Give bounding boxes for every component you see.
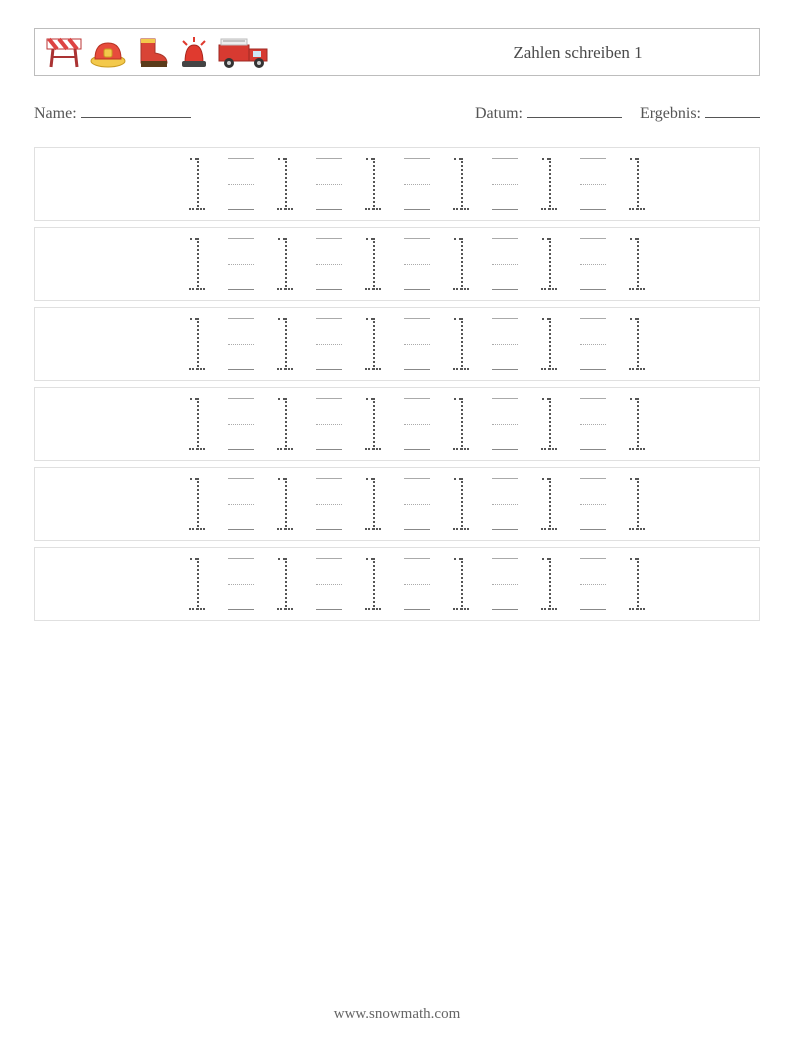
meta-row: Name: Datum: Ergebnis: [34,104,760,123]
trace-numeral-1[interactable] [615,318,659,370]
trace-numeral-1[interactable] [527,398,571,450]
trace-numeral-1[interactable] [615,558,659,610]
trace-numeral-1[interactable] [527,238,571,290]
trace-numeral-1[interactable] [351,158,395,210]
trace-numeral-1[interactable] [439,318,483,370]
trace-blank-cell[interactable] [395,478,439,530]
trace-numeral-1[interactable] [263,558,307,610]
trace-blank-cell[interactable] [307,238,351,290]
trace-row [34,147,760,221]
trace-numeral-1[interactable] [263,478,307,530]
trace-blank-cell[interactable] [307,398,351,450]
trace-numeral-1[interactable] [527,558,571,610]
trace-blank-cell[interactable] [219,238,263,290]
siren-icon [177,35,211,69]
trace-blank-cell[interactable] [219,398,263,450]
trace-numeral-1[interactable] [263,318,307,370]
trace-blank-cell[interactable] [307,558,351,610]
trace-numeral-1[interactable] [175,158,219,210]
trace-blank-cell[interactable] [219,558,263,610]
trace-numeral-1[interactable] [263,238,307,290]
trace-numeral-1[interactable] [615,158,659,210]
date-blank[interactable] [527,104,622,118]
result-blank[interactable] [705,104,760,118]
tracing-grid [34,147,760,621]
footer-url: www.snowmath.com [0,1006,794,1023]
trace-blank-cell[interactable] [483,158,527,210]
trace-numeral-1[interactable] [175,398,219,450]
trace-numeral-1[interactable] [439,238,483,290]
trace-numeral-1[interactable] [527,478,571,530]
trace-numeral-1[interactable] [615,478,659,530]
trace-blank-cell[interactable] [395,238,439,290]
trace-blank-cell[interactable] [483,238,527,290]
trace-blank-cell[interactable] [395,318,439,370]
trace-blank-cell[interactable] [219,158,263,210]
trace-numeral-1[interactable] [351,558,395,610]
trace-blank-cell[interactable] [571,558,615,610]
trace-blank-cell[interactable] [571,238,615,290]
trace-numeral-1[interactable] [615,238,659,290]
trace-blank-cell[interactable] [483,318,527,370]
trace-blank-cell[interactable] [571,398,615,450]
trace-blank-cell[interactable] [307,158,351,210]
trace-row [34,387,760,461]
fire-truck-icon [217,35,271,69]
trace-numeral-1[interactable] [175,318,219,370]
trace-blank-cell[interactable] [571,318,615,370]
trace-blank-cell[interactable] [483,398,527,450]
trace-numeral-1[interactable] [351,398,395,450]
trace-numeral-1[interactable] [439,398,483,450]
name-blank[interactable] [81,104,191,118]
trace-numeral-1[interactable] [175,558,219,610]
trace-numeral-1[interactable] [175,478,219,530]
trace-row [34,307,760,381]
trace-numeral-1[interactable] [439,558,483,610]
trace-blank-cell[interactable] [395,158,439,210]
result-label: Ergebnis: [640,105,701,122]
trace-numeral-1[interactable] [175,238,219,290]
trace-row [34,547,760,621]
trace-numeral-1[interactable] [351,238,395,290]
trace-blank-cell[interactable] [219,478,263,530]
trace-row [34,467,760,541]
fire-helmet-icon [89,35,127,69]
trace-numeral-1[interactable] [527,158,571,210]
trace-numeral-1[interactable] [351,318,395,370]
trace-blank-cell[interactable] [219,318,263,370]
trace-blank-cell[interactable] [395,558,439,610]
header-bar: Zahlen schreiben 1 [34,28,760,76]
name-label: Name: [34,105,77,122]
date-label: Datum: [475,105,523,122]
trace-numeral-1[interactable] [439,158,483,210]
fire-boot-icon [133,35,171,69]
trace-blank-cell[interactable] [483,558,527,610]
trace-numeral-1[interactable] [263,398,307,450]
trace-numeral-1[interactable] [263,158,307,210]
trace-blank-cell[interactable] [571,158,615,210]
trace-blank-cell[interactable] [395,398,439,450]
icon-row [45,35,271,69]
trace-row [34,227,760,301]
trace-numeral-1[interactable] [351,478,395,530]
trace-numeral-1[interactable] [615,398,659,450]
barricade-icon [45,35,83,69]
trace-numeral-1[interactable] [527,318,571,370]
trace-blank-cell[interactable] [571,478,615,530]
trace-numeral-1[interactable] [439,478,483,530]
trace-blank-cell[interactable] [483,478,527,530]
page-title: Zahlen schreiben 1 [397,43,759,63]
trace-blank-cell[interactable] [307,478,351,530]
trace-blank-cell[interactable] [307,318,351,370]
